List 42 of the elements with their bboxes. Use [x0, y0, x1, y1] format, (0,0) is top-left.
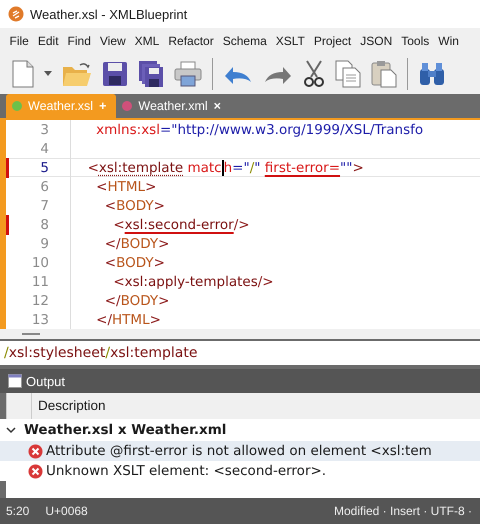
cursor-position: 5:20 — [6, 504, 30, 518]
code-line: <HTML> — [95, 178, 156, 194]
menu-item[interactable]: Win — [434, 32, 464, 50]
line-number: 6 — [39, 178, 49, 194]
code-line: </HTML> — [95, 312, 161, 328]
code-line: </BODY> — [104, 292, 170, 308]
menu-item[interactable]: JSON — [356, 32, 397, 50]
element-path: /xsl:stylesheet/xsl:template — [4, 345, 198, 361]
code-line: <xsl:template matc h="/" first-error=""> — [86, 160, 364, 176]
code-line: xmlns:xsl="http://www.w3.org/1999/XSL/Transfo — [95, 122, 424, 138]
line-number: 4 — [39, 140, 49, 156]
editor-state: Modified · Insert · UTF-8 · — [334, 504, 472, 518]
panel-title: Output — [26, 374, 66, 388]
code-line: </BODY> — [104, 236, 170, 252]
window-title: Weather.xsl - XMLBlueprint — [30, 6, 188, 22]
message-row[interactable]: Unknown XSLT element: <second-error>. — [0, 461, 480, 481]
line-number: 3 — [39, 122, 49, 138]
menu-item[interactable]: Edit — [33, 32, 64, 50]
char-code: U+0068 — [45, 504, 88, 518]
code-line: <BODY> — [104, 198, 165, 214]
menu-item[interactable]: XML — [130, 32, 164, 50]
menu-item[interactable]: Schema — [218, 32, 272, 50]
menu-item[interactable]: Refactor — [164, 32, 218, 50]
menu-item[interactable]: Tools — [396, 32, 434, 50]
menu-item[interactable]: XSLT — [271, 32, 310, 50]
code-line: <xsl:second-error/> — [112, 216, 250, 232]
menu-item[interactable]: Project — [309, 32, 356, 50]
code-line: <BODY> — [104, 254, 165, 270]
line-number: 13 — [30, 312, 49, 328]
line-number: 7 — [39, 198, 49, 214]
message-row[interactable]: Attribute @first-error is not allowed on element <xsl:tem — [0, 441, 480, 461]
file-tab[interactable]: Weather.xml × — [116, 94, 231, 118]
line-number: 8 — [39, 216, 49, 232]
menu-item[interactable]: Find — [63, 32, 96, 50]
code-line: <xsl:apply-templates/> — [112, 274, 274, 290]
line-number: 9 — [39, 236, 49, 252]
line-number: 11 — [30, 274, 49, 290]
line-number: 10 — [30, 254, 49, 270]
menu-item[interactable]: View — [95, 32, 130, 50]
line-number: 12 — [30, 292, 49, 308]
line-number: 5 — [39, 160, 49, 176]
menu-item[interactable]: File — [5, 32, 34, 50]
